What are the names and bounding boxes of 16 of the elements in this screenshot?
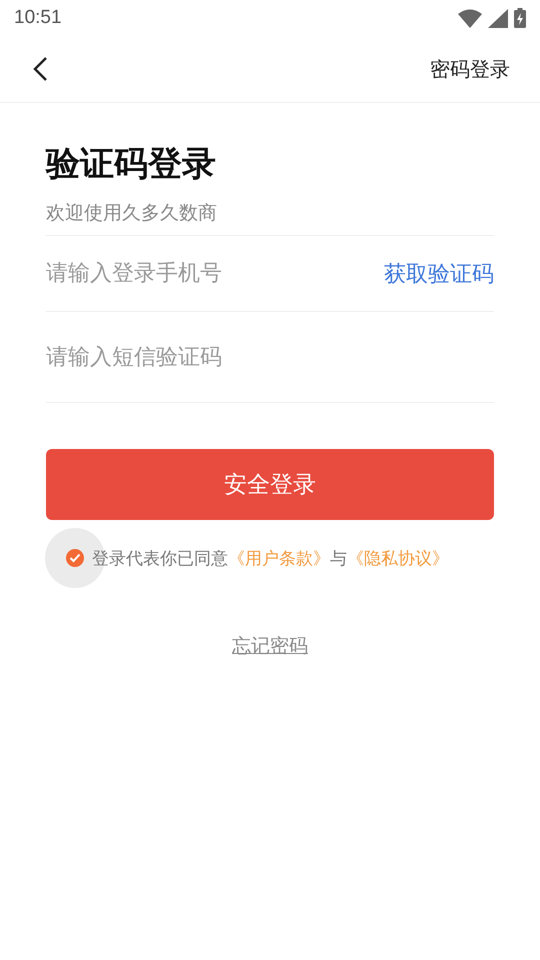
login-button[interactable]: 安全登录 (46, 449, 494, 520)
forgot-password-link[interactable]: 忘记密码 (226, 632, 314, 660)
password-login-button[interactable]: 密码登录 (430, 56, 510, 82)
privacy-link[interactable]: 《隐私协议》 (347, 548, 449, 568)
terms-link[interactable]: 《用户条款》 (228, 548, 330, 568)
welcome-text: 欢迎使用久多久数商 (46, 199, 494, 236)
code-input-field[interactable]: 请输入短信验证码 (46, 344, 494, 370)
page-title: 验证码登录 (46, 143, 217, 186)
phone-input-field[interactable]: 请输入登录手机号 (46, 261, 384, 286)
battery-icon (514, 8, 526, 28)
status-time: 10:51 (14, 7, 62, 29)
wifi-icon (458, 8, 482, 28)
get-code-button[interactable]: 获取验证码 (384, 258, 494, 288)
signal-icon (488, 8, 508, 28)
agreement-text: 登录代表你已同意《用户条款》与《隐私协议》 (92, 548, 449, 570)
check-icon (69, 553, 81, 563)
